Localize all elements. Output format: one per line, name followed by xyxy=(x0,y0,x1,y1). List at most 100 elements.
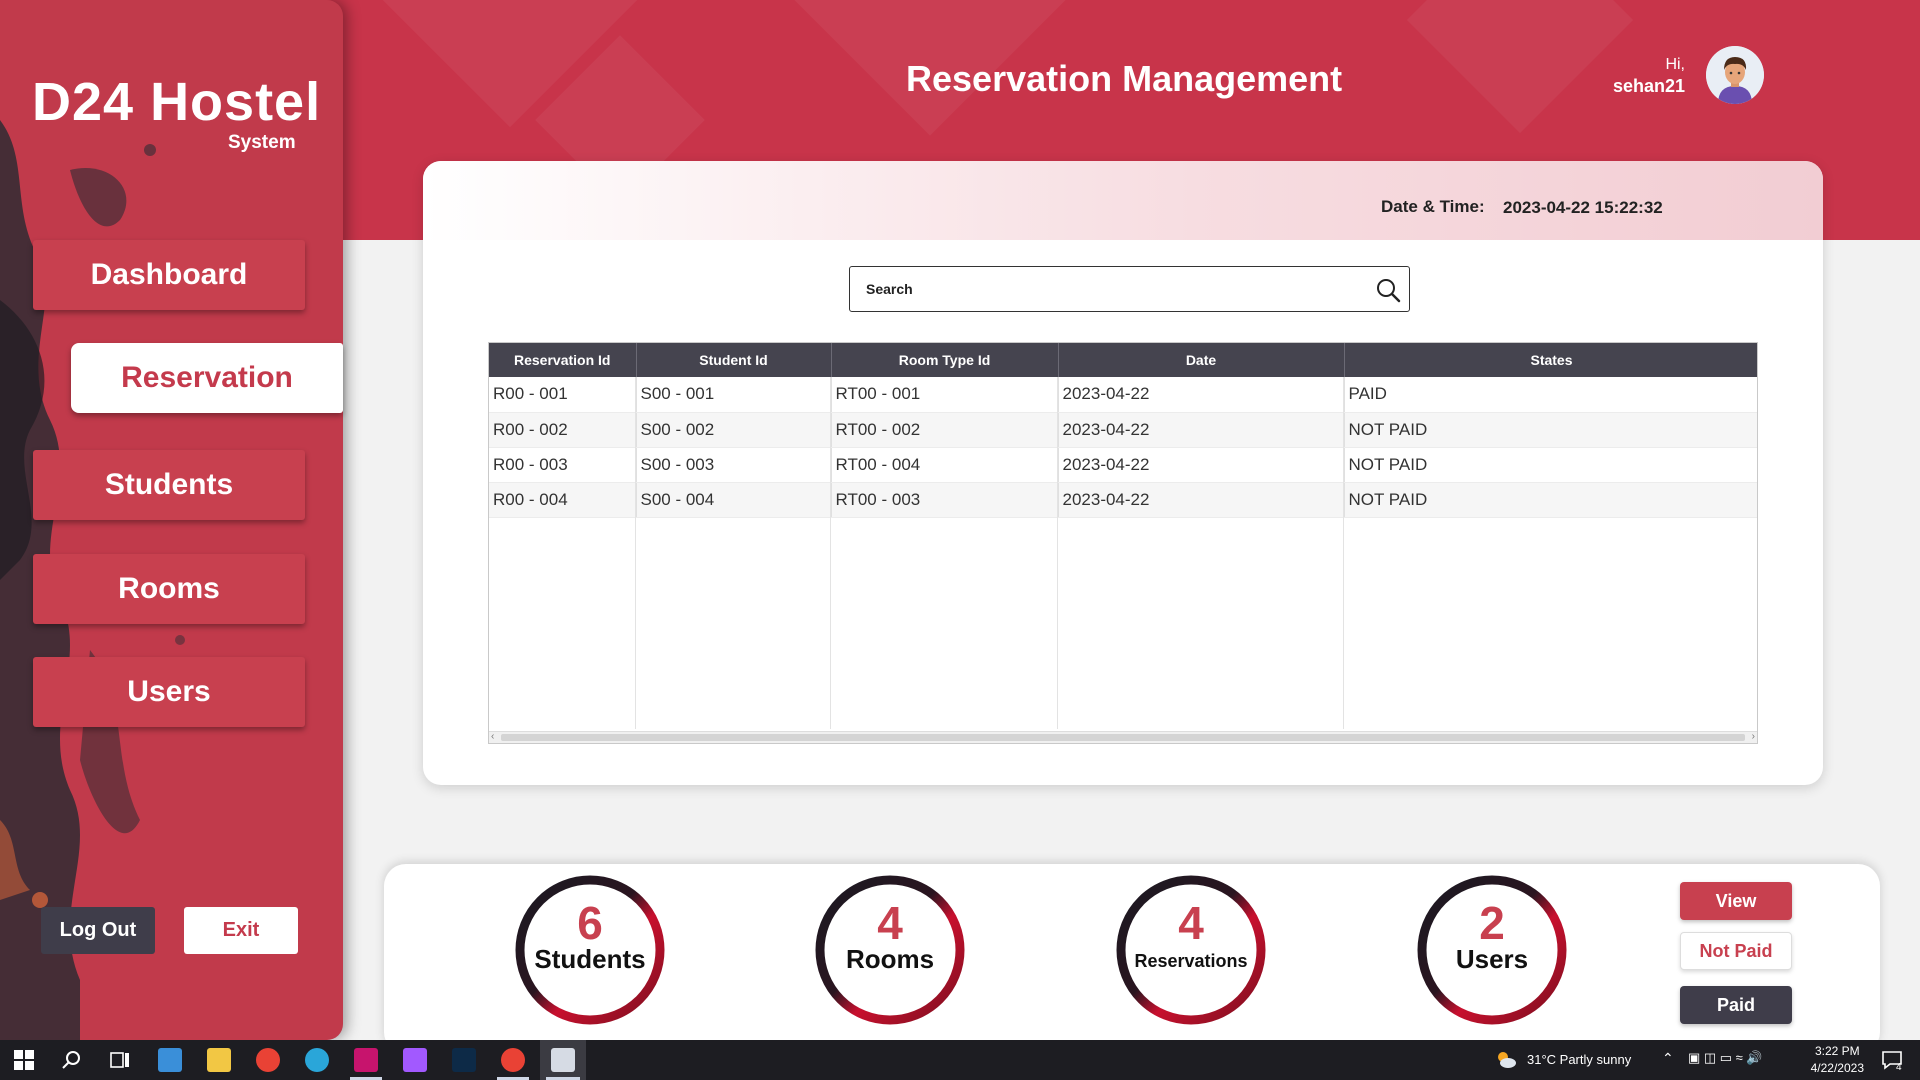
cell-student-id: S00 - 001 xyxy=(636,377,832,413)
table-row[interactable]: R00 - 004 S00 - 004 RT00 - 003 2023-04-2… xyxy=(489,482,1757,518)
cell-state: PAID xyxy=(1344,377,1757,413)
cell-reservation-id: R00 - 001 xyxy=(489,377,637,413)
clock-date: 4/22/2023 xyxy=(1810,1061,1864,1075)
clock-time: 3:22 PM xyxy=(1814,1044,1860,1058)
stat-label: Students xyxy=(534,944,646,974)
cell-student-id: S00 - 004 xyxy=(636,482,832,518)
sidebar-item-students[interactable]: Students xyxy=(33,450,305,520)
file-explorer-icon[interactable] xyxy=(207,1048,231,1072)
cell-room-type-id: RT00 - 004 xyxy=(831,447,1059,483)
chrome-icon[interactable] xyxy=(256,1048,280,1072)
datetime-value: 2023-04-22 15:22:32 xyxy=(1503,198,1663,217)
sidebar-item-users[interactable]: Users xyxy=(33,657,305,727)
cell-room-type-id: RT00 - 003 xyxy=(831,482,1059,518)
sidebar-grunge-texture xyxy=(0,120,185,1040)
column-header-date[interactable]: Date xyxy=(1058,343,1345,377)
horizontal-scrollbar[interactable]: ‹ › xyxy=(489,731,1757,743)
page-title: Reservation Management xyxy=(906,58,1343,99)
taskbar: 31°C Partly sunny ⌃ ▣ ◫ ▭ ≈ 🔊 3:22 PM 4/… xyxy=(0,1040,1920,1080)
stat-label: Rooms xyxy=(845,944,935,974)
stat-count: 2 xyxy=(1479,897,1505,949)
search-box xyxy=(849,266,1410,312)
column-divider xyxy=(1057,377,1058,729)
task-view-icon[interactable] xyxy=(108,1048,132,1072)
logout-button[interactable]: Log Out xyxy=(41,907,155,954)
cell-state: NOT PAID xyxy=(1344,447,1757,483)
stat-label: Reservations xyxy=(1134,951,1248,971)
cell-date: 2023-04-22 xyxy=(1058,447,1345,483)
sidebar-item-dashboard[interactable]: Dashboard xyxy=(33,240,305,310)
column-divider xyxy=(830,377,831,729)
stat-users: 2 Users xyxy=(1416,874,1568,1026)
cell-state: NOT PAID xyxy=(1344,412,1757,448)
cell-reservation-id: R00 - 003 xyxy=(489,447,637,483)
column-divider xyxy=(1343,377,1344,729)
tray-overflow-icon[interactable]: ⌃ xyxy=(1662,1050,1674,1067)
reservations-table: Reservation Id Student Id Room Type Id D… xyxy=(488,342,1758,744)
search-input[interactable] xyxy=(866,277,1346,301)
sidebar-item-rooms[interactable]: Rooms xyxy=(33,554,305,624)
cell-date: 2023-04-22 xyxy=(1058,482,1345,518)
cell-student-id: S00 - 003 xyxy=(636,447,832,483)
table-row[interactable]: R00 - 003 S00 - 003 RT00 - 004 2023-04-2… xyxy=(489,447,1757,483)
notification-count: 4 xyxy=(1896,1062,1902,1073)
username-label: sehan21 xyxy=(1612,76,1685,96)
paid-button[interactable]: Paid xyxy=(1680,986,1792,1024)
cell-date: 2023-04-22 xyxy=(1058,412,1345,448)
cell-reservation-id: R00 - 002 xyxy=(489,412,637,448)
reservation-card: Date & Time: 2023-04-22 15:22:32 Reserva… xyxy=(423,161,1823,785)
summary-card: 6 Students 4 Rooms 4 Reservations 2 User… xyxy=(384,864,1880,1054)
stat-count: 4 xyxy=(1178,897,1204,949)
cell-reservation-id: R00 - 004 xyxy=(489,482,637,518)
exit-button[interactable]: Exit xyxy=(184,907,298,954)
search-icon[interactable] xyxy=(1375,277,1401,303)
table-row[interactable]: R00 - 002 S00 - 002 RT00 - 002 2023-04-2… xyxy=(489,412,1757,448)
figma-icon[interactable] xyxy=(403,1048,427,1072)
taskbar-search-icon[interactable] xyxy=(60,1048,84,1072)
cell-room-type-id: RT00 - 001 xyxy=(831,377,1059,413)
photoshop-icon[interactable] xyxy=(452,1048,476,1072)
chrome-profile-icon[interactable] xyxy=(501,1048,525,1072)
stat-students: 6 Students xyxy=(514,874,666,1026)
avatar[interactable] xyxy=(1706,46,1764,104)
column-header-states[interactable]: States xyxy=(1344,343,1757,377)
brand-title: D24 Hostel xyxy=(32,72,322,132)
weather-text[interactable]: 31°C Partly sunny xyxy=(1527,1052,1631,1067)
user-greeting: Hi, sehan21 xyxy=(1613,56,1685,97)
app-icon[interactable] xyxy=(158,1048,182,1072)
table-header-row: Reservation Id Student Id Room Type Id D… xyxy=(489,343,1757,377)
stat-rooms: 4 Rooms xyxy=(814,874,966,1026)
cell-room-type-id: RT00 - 002 xyxy=(831,412,1059,448)
table-row[interactable]: R00 - 001 S00 - 001 RT00 - 001 2023-04-2… xyxy=(489,377,1757,413)
scroll-left-icon[interactable]: ‹ xyxy=(491,731,494,742)
edge-icon[interactable] xyxy=(305,1048,329,1072)
column-header-reservation-id[interactable]: Reservation Id xyxy=(489,343,637,377)
weather-icon[interactable] xyxy=(1494,1048,1518,1072)
not-paid-button[interactable]: Not Paid xyxy=(1680,932,1792,970)
java-app-icon[interactable] xyxy=(551,1048,575,1072)
view-button[interactable]: View xyxy=(1680,882,1792,920)
intellij-icon[interactable] xyxy=(354,1048,378,1072)
cell-date: 2023-04-22 xyxy=(1058,377,1345,413)
brand-subtitle: System xyxy=(228,132,296,153)
brand-logo: D24 Hostel System xyxy=(32,72,322,153)
column-header-room-type-id[interactable]: Room Type Id xyxy=(831,343,1059,377)
tray-icons[interactable]: ▣ ◫ ▭ ≈ 🔊 xyxy=(1688,1050,1763,1066)
cell-student-id: S00 - 002 xyxy=(636,412,832,448)
stat-count: 6 xyxy=(577,897,603,949)
sidebar-item-reservation[interactable]: Reservation xyxy=(71,343,343,413)
stat-count: 4 xyxy=(877,897,903,949)
stat-reservations: 4 Reservations xyxy=(1115,874,1267,1026)
cell-state: NOT PAID xyxy=(1344,482,1757,518)
sidebar xyxy=(0,0,343,1040)
column-header-student-id[interactable]: Student Id xyxy=(636,343,832,377)
scroll-right-icon[interactable]: › xyxy=(1752,731,1755,742)
greeting-text: Hi, xyxy=(1665,56,1685,73)
scrollbar-thumb[interactable] xyxy=(501,734,1745,741)
column-divider xyxy=(635,377,636,729)
card-header: Date & Time: 2023-04-22 15:22:32 xyxy=(423,161,1823,240)
taskbar-clock[interactable]: 3:22 PM 4/22/2023 xyxy=(1811,1043,1864,1077)
stat-label: Users xyxy=(1455,944,1529,974)
windows-start-icon[interactable] xyxy=(12,1048,36,1072)
datetime-label: Date & Time: xyxy=(1381,197,1485,216)
